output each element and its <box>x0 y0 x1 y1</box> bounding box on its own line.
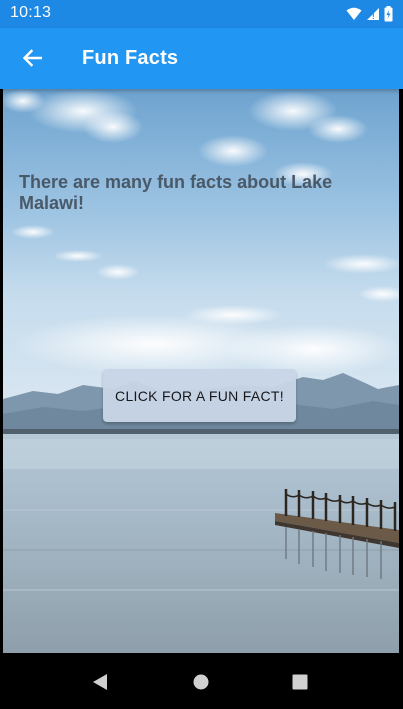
back-button[interactable] <box>10 36 54 80</box>
app-title: Fun Facts <box>82 47 179 69</box>
svg-text:!: ! <box>372 12 375 21</box>
nav-back-button[interactable] <box>85 667 115 697</box>
home-circle-icon <box>193 674 209 690</box>
content-area: There are many fun facts about Lake Mala… <box>3 89 399 653</box>
recents-square-icon <box>292 674 308 690</box>
status-icons: ! <box>346 5 393 23</box>
nav-recents-button[interactable] <box>285 667 315 697</box>
status-bar: 10:13 ! <box>0 0 403 28</box>
status-time: 10:13 <box>10 4 52 21</box>
nav-home-button[interactable] <box>186 667 216 697</box>
wifi-icon <box>346 7 362 20</box>
battery-icon <box>384 6 393 22</box>
app-bar: Fun Facts <box>0 28 403 89</box>
back-triangle-icon <box>93 674 107 690</box>
signal-icon: ! <box>367 8 379 21</box>
phone-screen: 10:13 ! Fun Facts There are many fun fac… <box>0 0 403 709</box>
system-nav-bar <box>0 653 403 709</box>
arrow-left-icon <box>22 49 42 67</box>
fun-fact-button[interactable]: CLICK FOR A FUN FACT! <box>103 369 296 422</box>
headline-text: There are many fun facts about Lake Mala… <box>19 172 333 213</box>
